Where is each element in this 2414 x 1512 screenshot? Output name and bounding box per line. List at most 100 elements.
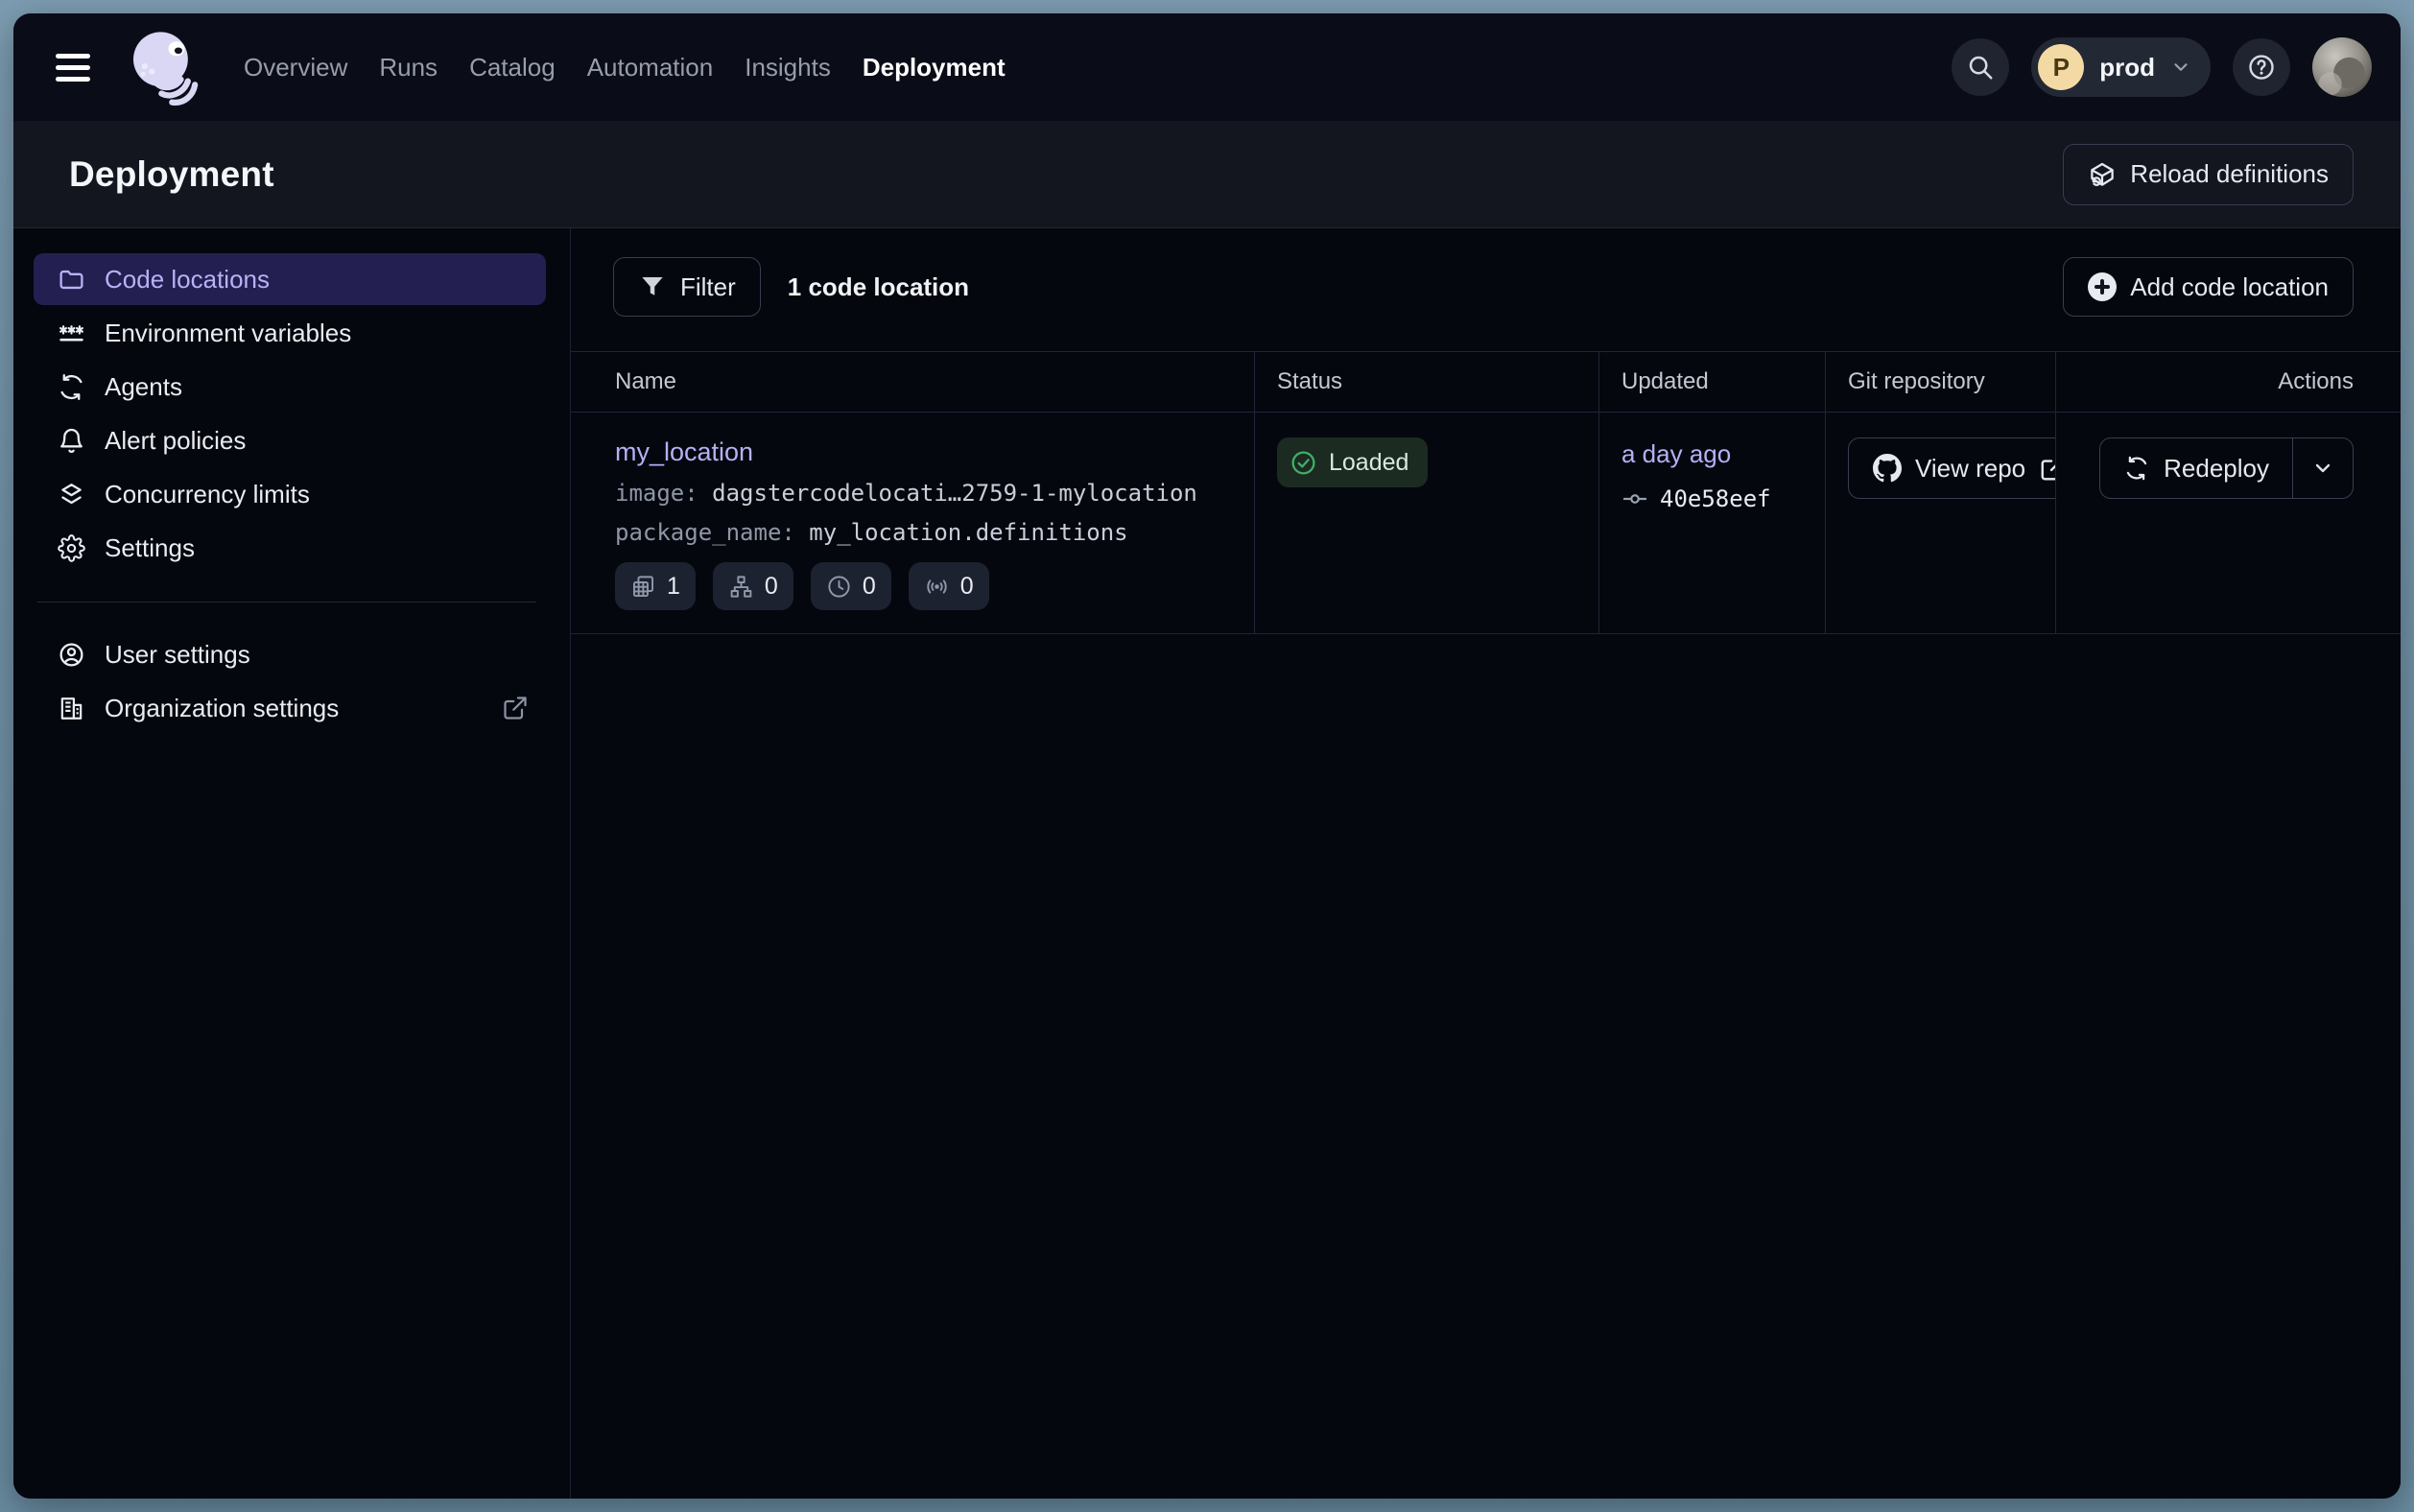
app-window: Overview Runs Catalog Automation Insight… xyxy=(13,13,2401,1499)
image-meta: image: dagstercodelocati…2759-1-mylocati… xyxy=(615,480,1254,507)
agents-icon xyxy=(58,373,85,401)
name-cell: my_location image: dagstercodelocati…275… xyxy=(571,413,1254,633)
search-button[interactable] xyxy=(1952,38,2009,96)
chevron-down-icon xyxy=(2170,57,2191,78)
assets-count: 1 xyxy=(667,573,680,601)
code-locations-panel: Filter 1 code location Add code location… xyxy=(571,228,2401,1499)
chevron-down-icon xyxy=(2311,457,2334,480)
nav-item-deployment[interactable]: Deployment xyxy=(863,53,1006,83)
sidebar-item-user-settings[interactable]: User settings xyxy=(34,628,546,680)
sidebar-item-settings[interactable]: Settings xyxy=(34,522,546,574)
assets-count-badge[interactable]: 1 xyxy=(615,562,696,610)
redeploy-split-button: Redeploy xyxy=(2099,437,2354,499)
github-icon xyxy=(1873,454,1902,483)
hamburger-menu-button[interactable] xyxy=(56,54,98,82)
sensors-icon xyxy=(924,574,950,600)
user-avatar[interactable] xyxy=(2312,37,2372,97)
git-repository-cell: View repo xyxy=(1825,413,2055,633)
image-value: dagstercodelocati…2759-1-mylocation xyxy=(712,480,1197,507)
updated-cell: a day ago 40e58eef xyxy=(1598,413,1825,633)
reload-definitions-icon xyxy=(2088,160,2117,189)
jobs-count-badge[interactable]: 0 xyxy=(713,562,793,610)
sidebar-item-environment-variables[interactable]: Environment variables xyxy=(34,307,546,359)
commit-row: 40e58eef xyxy=(1621,485,1825,512)
top-navbar: Overview Runs Catalog Automation Insight… xyxy=(13,13,2401,121)
column-header-updated: Updated xyxy=(1598,352,1825,412)
package-meta: package_name: my_location.definitions xyxy=(615,519,1254,546)
package-name-label: package_name: xyxy=(615,519,795,546)
table-header-row: Name Status Updated Git repository Actio… xyxy=(571,352,2401,413)
status-badge: Loaded xyxy=(1277,437,1428,487)
reload-definitions-button[interactable]: Reload definitions xyxy=(2063,144,2354,205)
search-icon xyxy=(1966,53,1995,82)
nav-item-overview[interactable]: Overview xyxy=(244,53,347,83)
jobs-count: 0 xyxy=(765,573,778,601)
user-icon xyxy=(58,641,85,669)
sidebar-item-organization-settings[interactable]: Organization settings xyxy=(34,682,546,734)
page-title: Deployment xyxy=(69,154,274,195)
layers-icon xyxy=(58,481,85,508)
code-locations-table: Name Status Updated Git repository Actio… xyxy=(571,351,2401,634)
view-repo-label: View repo xyxy=(1915,454,2025,484)
help-button[interactable] xyxy=(2233,38,2290,96)
nav-item-catalog[interactable]: Catalog xyxy=(469,53,556,83)
check-circle-icon xyxy=(1290,449,1317,477)
commit-icon xyxy=(1621,485,1648,512)
commit-hash: 40e58eef xyxy=(1660,485,1771,512)
dagster-logo-icon[interactable] xyxy=(123,25,207,109)
code-location-link[interactable]: my_location xyxy=(615,437,753,467)
sidebar-item-code-locations[interactable]: Code locations xyxy=(34,253,546,305)
code-locations-toolbar: Filter 1 code location Add code location xyxy=(571,228,2401,317)
jobs-icon xyxy=(728,574,754,600)
plus-circle-icon xyxy=(2088,272,2117,301)
redeploy-button[interactable]: Redeploy xyxy=(2100,438,2293,498)
primary-nav: Overview Runs Catalog Automation Insight… xyxy=(244,53,1006,83)
environment-badge: P xyxy=(2038,44,2084,90)
nav-item-automation[interactable]: Automation xyxy=(587,53,714,83)
page-header: Deployment Reload definitions xyxy=(13,121,2401,228)
env-vars-icon xyxy=(58,319,85,347)
assets-icon xyxy=(630,574,656,600)
sidebar-item-agents[interactable]: Agents xyxy=(34,361,546,413)
filter-button[interactable]: Filter xyxy=(613,257,761,317)
environment-name: prod xyxy=(2099,53,2155,83)
sensors-count-badge[interactable]: 0 xyxy=(909,562,989,610)
view-repo-button[interactable]: View repo xyxy=(1848,437,2055,499)
sidebar-item-label: Alert policies xyxy=(105,426,246,456)
folder-icon xyxy=(58,266,85,294)
add-code-location-label: Add code location xyxy=(2130,272,2329,302)
package-name-value: my_location.definitions xyxy=(809,519,1127,546)
external-link-icon xyxy=(2039,454,2055,483)
deployment-sidebar: Code locations Environment variables Age… xyxy=(13,228,571,1499)
building-icon xyxy=(58,695,85,722)
environment-switcher[interactable]: P prod xyxy=(2031,37,2211,97)
sensors-count: 0 xyxy=(960,573,974,601)
status-cell: Loaded xyxy=(1254,413,1598,633)
add-code-location-button[interactable]: Add code location xyxy=(2063,257,2354,317)
navbar-right-cluster: P prod xyxy=(1952,37,2372,97)
help-icon xyxy=(2247,53,2276,82)
column-header-actions: Actions xyxy=(2055,352,2401,412)
actions-cell: Redeploy xyxy=(2055,413,2401,633)
schedules-count-badge[interactable]: 0 xyxy=(811,562,891,610)
schedules-count: 0 xyxy=(863,573,876,601)
sidebar-item-label: Code locations xyxy=(105,265,270,295)
nav-item-runs[interactable]: Runs xyxy=(379,53,438,83)
code-location-count: 1 code location xyxy=(788,272,969,302)
table-row: my_location image: dagstercodelocati…275… xyxy=(571,413,2401,634)
gear-icon xyxy=(58,534,85,562)
status-label: Loaded xyxy=(1329,449,1408,477)
sidebar-item-alert-policies[interactable]: Alert policies xyxy=(34,414,546,466)
redeploy-menu-button[interactable] xyxy=(2293,438,2353,498)
nav-item-insights[interactable]: Insights xyxy=(745,53,831,83)
sidebar-item-label: Organization settings xyxy=(105,694,339,723)
sidebar-item-label: Concurrency limits xyxy=(105,480,310,509)
updated-time-link[interactable]: a day ago xyxy=(1621,439,1731,469)
image-label: image: xyxy=(615,480,698,507)
filter-icon xyxy=(638,272,667,301)
external-link-icon xyxy=(502,695,529,721)
column-header-name: Name xyxy=(571,352,1254,412)
reload-definitions-label: Reload definitions xyxy=(2130,159,2329,189)
column-header-status: Status xyxy=(1254,352,1598,412)
sidebar-item-concurrency-limits[interactable]: Concurrency limits xyxy=(34,468,546,520)
